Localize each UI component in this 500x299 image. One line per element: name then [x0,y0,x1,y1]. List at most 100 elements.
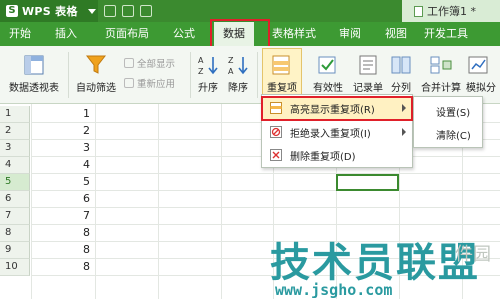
cell-value[interactable]: 3 [31,140,94,157]
validity-icon [318,56,336,74]
cell-value[interactable]: 5 [31,174,94,191]
cell-value[interactable]: 4 [31,157,94,174]
sort-ascending-button[interactable]: A Z 升序 [194,54,222,94]
tab-page-layout[interactable]: 页面布局 [98,22,156,46]
sort-descending-icon: Z A [228,56,248,76]
cell-value[interactable]: 8 [31,259,94,276]
cell-value[interactable]: 6 [31,191,94,208]
pivot-table-icon [24,55,44,75]
consolidate-label: 合并计算 [421,83,461,94]
row-header[interactable]: 3 [0,140,30,157]
tab-formula[interactable]: 公式 [166,22,202,46]
split-column-icon [391,56,411,74]
watermark-ghost: 件园 [455,244,491,265]
svg-text:A: A [198,56,204,65]
autofilter-label: 自动筛选 [76,83,116,94]
duplicates-label: 重复项 [267,83,297,94]
svg-text:Z: Z [228,56,234,65]
reapply-button[interactable]: 重新应用 [124,76,175,90]
row-header[interactable]: 8 [0,225,30,242]
sort-descending-label: 降序 [228,83,248,94]
watermark-title: 技术员联盟 [270,240,480,286]
row-header[interactable]: 9 [0,242,30,259]
tab-home[interactable]: 开始 [2,22,38,46]
record-form-button[interactable]: 记录单 [350,54,386,94]
split-column-button[interactable]: 分列 [388,54,414,94]
duplicates-button[interactable]: 重复项 [264,54,300,94]
document-tab[interactable]: 工作簿1 * [402,0,500,22]
row-header[interactable]: 6 [0,191,30,208]
highlight-frame-menu-item [261,96,413,121]
consolidate-icon [430,56,452,74]
save-icon[interactable] [104,5,116,17]
cell-value[interactable]: 2 [31,123,94,140]
row-header[interactable]: 4 [0,157,30,174]
cell-value[interactable]: 8 [31,225,94,242]
sort-descending-button[interactable]: Z A 降序 [224,54,252,94]
row-header[interactable]: 2 [0,123,30,140]
reject-duplicates-item[interactable]: 拒绝录入重复项(I) [262,121,412,143]
cell-value[interactable]: 7 [31,208,94,225]
print-icon[interactable] [122,5,134,17]
set-highlight-item[interactable]: 设置(S) [414,100,482,122]
show-all-icon [124,58,134,68]
column-gridline [95,104,96,299]
clear-highlight-item[interactable]: 清除(C) [414,123,482,145]
autofilter-button[interactable]: 自动筛选 [72,54,120,94]
wps-logo-icon: S [6,5,18,17]
ribbon-divider [257,52,258,98]
record-form-label: 记录单 [353,83,383,94]
row-header[interactable]: 1 [0,106,30,123]
app-menu-button[interactable]: S WPS 表格 [0,0,98,22]
active-cell[interactable] [336,174,399,191]
tab-insert[interactable]: 插入 [48,22,84,46]
simulate-analysis-label: 模拟分 [466,83,496,94]
row-gridline [31,207,500,208]
record-form-icon [359,55,377,75]
row-gridline [31,224,500,225]
pivot-table-label: 数据透视表 [9,83,59,94]
app-name: WPS 表格 [22,5,78,18]
set-highlight-label: 设置(S) [436,107,471,119]
consolidate-button[interactable]: 合并计算 [418,54,464,94]
validity-button[interactable]: 有效性 [310,54,346,94]
cell-value[interactable]: 8 [31,242,94,259]
row-header[interactable]: 7 [0,208,30,225]
svg-text:A: A [228,67,234,76]
tab-developer[interactable]: 开发工具 [420,22,472,46]
delete-duplicates-icon [270,149,282,161]
undo-icon[interactable] [140,5,152,17]
simulate-analysis-icon [468,56,488,74]
column-gridline [221,104,222,299]
reject-duplicates-icon [270,126,282,138]
filter-icon [85,55,107,74]
svg-text:Z: Z [198,67,204,76]
sort-ascending-label: 升序 [198,83,218,94]
reapply-label: 重新应用 [137,79,176,90]
clear-highlight-label: 清除(C) [436,130,471,142]
ribbon-divider [190,52,191,98]
show-all-label: 全部显示 [137,59,176,70]
highlight-submenu: 设置(S) 清除(C) [413,96,483,148]
pivot-table-button[interactable]: 数据透视表 [6,54,62,94]
split-column-label: 分列 [391,83,411,94]
row-header[interactable]: 10 [0,259,30,276]
row-header[interactable]: 5 [0,174,30,191]
cell-value[interactable]: 1 [31,106,94,123]
tab-table-style[interactable]: 表格样式 [264,22,324,46]
reject-duplicates-label: 拒绝录入重复项(I) [290,128,371,140]
ribbon-divider [68,52,69,98]
caret-down-icon [87,8,96,14]
delete-duplicates-label: 删除重复项(D) [290,151,356,163]
watermark-url: www.jsgho.com [275,281,393,299]
show-all-button[interactable]: 全部显示 [124,56,175,70]
duplicates-icon [272,55,290,75]
simulate-analysis-button[interactable]: 模拟分 [466,54,500,94]
delete-duplicates-item[interactable]: 删除重复项(D) [262,144,412,166]
document-title: 工作簿1 * [427,5,476,18]
tab-review[interactable]: 审阅 [334,22,366,46]
row-gridline [31,173,500,174]
reapply-icon [124,78,134,88]
column-gridline [158,104,159,299]
tab-view[interactable]: 视图 [380,22,412,46]
